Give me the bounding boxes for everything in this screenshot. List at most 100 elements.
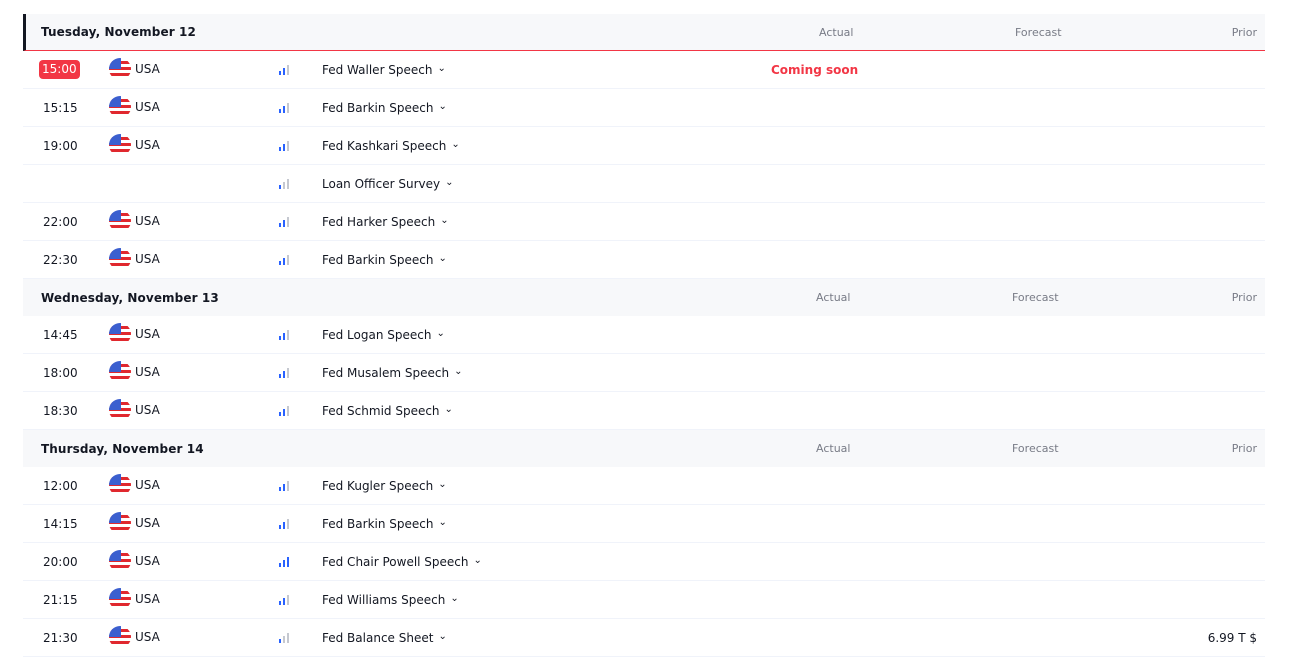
event-time: 20:00	[43, 555, 78, 569]
event-row[interactable]: 21:15 USA Fed Williams Speech ⌄	[23, 581, 1265, 619]
event-row[interactable]: 19:00 USA Fed Kashkari Speech ⌄	[23, 127, 1265, 165]
event-time: 21:15	[43, 593, 78, 607]
event-time: 22:00	[43, 215, 78, 229]
country-name: USA	[135, 554, 160, 568]
event-row[interactable]: Loan Officer Survey ⌄	[23, 165, 1265, 203]
event-name[interactable]: Fed Harker Speech ⌄	[322, 215, 449, 229]
event-name-label: Fed Kugler Speech	[322, 479, 434, 493]
event-country: USA	[109, 474, 160, 496]
event-name-label: Fed Chair Powell Speech	[322, 555, 469, 569]
event-name[interactable]: Fed Kugler Speech ⌄	[322, 479, 447, 493]
event-name[interactable]: Fed Waller Speech ⌄	[322, 63, 446, 77]
event-name[interactable]: Fed Chair Powell Speech ⌄	[322, 555, 482, 569]
importance-bars-icon	[279, 557, 291, 567]
event-name[interactable]: Fed Barkin Speech ⌄	[322, 517, 447, 531]
event-name[interactable]: Fed Williams Speech ⌄	[322, 593, 459, 607]
importance-bars-icon	[279, 217, 291, 227]
event-name[interactable]: Fed Barkin Speech ⌄	[322, 253, 447, 267]
column-header-actual: Actual	[819, 25, 854, 39]
importance-bars-icon	[279, 255, 291, 265]
chevron-down-icon[interactable]: ⌄	[438, 631, 446, 642]
column-header-actual: Actual	[816, 442, 851, 455]
chevron-down-icon[interactable]: ⌄	[439, 101, 447, 112]
importance-bars-icon	[279, 368, 291, 378]
event-country: USA	[109, 323, 160, 345]
event-name-label: Fed Barkin Speech	[322, 517, 434, 531]
day-header: Thursday, November 14 Actual Forecast Prior	[23, 430, 1265, 467]
chevron-down-icon[interactable]: ⌄	[438, 479, 446, 490]
event-name-label: Fed Harker Speech	[322, 215, 436, 229]
column-header-forecast: Forecast	[1012, 442, 1059, 455]
country-name: USA	[135, 327, 160, 341]
event-time: 22:30	[43, 253, 78, 267]
importance-bars-icon	[279, 406, 291, 416]
event-name[interactable]: Fed Kashkari Speech ⌄	[322, 139, 460, 153]
chevron-down-icon[interactable]: ⌄	[450, 593, 458, 604]
chevron-down-icon[interactable]: ⌄	[445, 177, 453, 188]
us-flag-icon	[109, 474, 131, 496]
chevron-down-icon[interactable]: ⌄	[440, 215, 448, 226]
event-row[interactable]: 22:00 USA Fed Harker Speech ⌄	[23, 203, 1265, 241]
live-time-badge: 15:00	[39, 60, 80, 79]
event-row[interactable]: 12:00 USA Fed Kugler Speech ⌄	[23, 467, 1265, 505]
event-time: 18:00	[43, 366, 78, 380]
us-flag-icon	[109, 210, 131, 232]
event-time: 14:45	[43, 328, 78, 342]
event-row[interactable]: 18:00 USA Fed Musalem Speech ⌄	[23, 354, 1265, 392]
event-name[interactable]: Fed Barkin Speech ⌄	[322, 101, 447, 115]
event-time: 14:15	[43, 517, 78, 531]
event-time: 21:30	[43, 631, 78, 645]
chevron-down-icon[interactable]: ⌄	[439, 517, 447, 528]
importance-bars-icon	[279, 595, 291, 605]
column-header-forecast: Forecast	[1012, 291, 1059, 304]
day-header: Tuesday, November 12 Actual Forecast Prior	[23, 14, 1265, 51]
event-name[interactable]: Fed Musalem Speech ⌄	[322, 366, 462, 380]
event-time: 15:15	[43, 101, 78, 115]
chevron-down-icon[interactable]: ⌄	[451, 139, 459, 150]
country-name: USA	[135, 403, 160, 417]
event-name[interactable]: Fed Logan Speech ⌄	[322, 328, 445, 342]
event-name[interactable]: Fed Schmid Speech ⌄	[322, 404, 453, 418]
event-time: 18:30	[43, 404, 78, 418]
event-row[interactable]: 20:00 USA Fed Chair Powell Speech ⌄	[23, 543, 1265, 581]
country-name: USA	[135, 478, 160, 492]
event-name-label: Fed Logan Speech	[322, 328, 432, 342]
country-name: USA	[135, 516, 160, 530]
us-flag-icon	[109, 399, 131, 421]
chevron-down-icon[interactable]: ⌄	[454, 366, 462, 377]
event-row[interactable]: 14:45 USA Fed Logan Speech ⌄	[23, 316, 1265, 354]
us-flag-icon	[109, 361, 131, 383]
event-name-label: Fed Barkin Speech	[322, 253, 434, 267]
us-flag-icon	[109, 550, 131, 572]
day-title: Thursday, November 14	[41, 441, 204, 456]
importance-bars-icon	[279, 103, 291, 113]
event-name-label: Fed Schmid Speech	[322, 404, 440, 418]
event-country: USA	[109, 399, 160, 421]
day-header: Wednesday, November 13 Actual Forecast Prio…	[23, 279, 1265, 316]
event-name-label: Fed Williams Speech	[322, 593, 446, 607]
event-row[interactable]: 15:15 USA Fed Barkin Speech ⌄	[23, 89, 1265, 127]
country-name: USA	[135, 138, 160, 152]
event-row[interactable]: 22:30 USA Fed Barkin Speech ⌄	[23, 241, 1265, 279]
event-row[interactable]: 21:30 USA Fed Balance Sheet ⌄ 6.99 T $	[23, 619, 1265, 657]
event-country: USA	[109, 134, 160, 156]
chevron-down-icon[interactable]: ⌄	[436, 328, 444, 339]
event-row[interactable]: 14:15 USA Fed Barkin Speech ⌄	[23, 505, 1265, 543]
chevron-down-icon[interactable]: ⌄	[439, 253, 447, 264]
importance-bars-icon	[279, 65, 291, 75]
column-header-actual: Actual	[816, 291, 851, 304]
event-row[interactable]: 18:30 USA Fed Schmid Speech ⌄	[23, 392, 1265, 430]
event-name[interactable]: Loan Officer Survey ⌄	[322, 177, 454, 191]
event-country: USA	[109, 550, 160, 572]
event-name-label: Fed Kashkari Speech	[322, 139, 447, 153]
event-country: USA	[109, 96, 160, 118]
event-name-label: Fed Barkin Speech	[322, 101, 434, 115]
us-flag-icon	[109, 626, 131, 648]
event-name[interactable]: Fed Balance Sheet ⌄	[322, 631, 447, 645]
event-row[interactable]: 15:00 USA Fed Waller Speech ⌄ Coming soon	[23, 51, 1265, 89]
chevron-down-icon[interactable]: ⌄	[445, 404, 453, 415]
chevron-down-icon[interactable]: ⌄	[438, 63, 446, 74]
chevron-down-icon[interactable]: ⌄	[474, 555, 482, 566]
day-title: Wednesday, November 13	[41, 290, 219, 305]
event-time: 19:00	[43, 139, 78, 153]
